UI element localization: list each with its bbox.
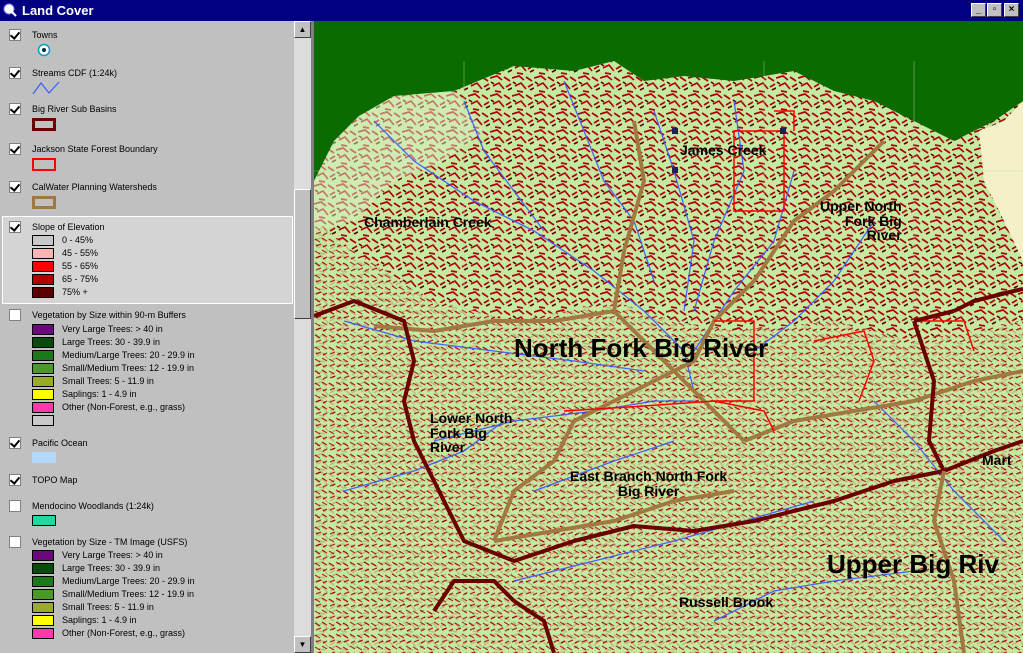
layer-name: Pacific Ocean — [32, 438, 88, 448]
legend-label: Large Trees: 30 - 39.9 in — [62, 337, 161, 347]
map-label-upper-north-fork: Upper North Fork Big River — [820, 198, 902, 244]
legend-swatch — [32, 415, 54, 426]
legend-label: 45 - 55% — [62, 248, 99, 258]
layer-name: TOPO Map — [32, 475, 78, 485]
layer-name: Jackson State Forest Boundary — [32, 144, 158, 154]
layer-name: Big River Sub Basins — [32, 104, 117, 114]
map-label-upper-big: Upper Big Riv — [827, 549, 999, 579]
legend-label: Very Large Trees: > 40 in — [62, 324, 163, 334]
legend-swatch — [32, 602, 54, 613]
legend-swatch — [32, 235, 54, 246]
legend-label: Small/Medium Trees: 12 - 19.9 in — [62, 589, 195, 599]
town-symbol-icon — [37, 43, 51, 57]
layer-name: CalWater Planning Watersheds — [32, 182, 157, 192]
scroll-down-button[interactable]: ▼ — [294, 636, 311, 653]
layer-name: Vegetation by Size within 90-m Buffers — [32, 310, 186, 320]
calwater-checkbox[interactable] — [9, 181, 21, 193]
layer-name: Slope of Elevation — [32, 222, 105, 232]
legend-swatch — [32, 615, 54, 626]
legend-label: Large Trees: 30 - 39.9 in — [62, 563, 161, 573]
legend-label: Small/Medium Trees: 12 - 19.9 in — [62, 363, 195, 373]
mendocino-checkbox[interactable] — [9, 500, 21, 512]
legend-label: Other (Non-Forest, e.g., grass) — [62, 402, 186, 412]
legend-label: Saplings: 1 - 4.9 in — [62, 615, 137, 625]
map-view[interactable]: Chamberlain Creek James Creek Upper Nort… — [314, 21, 1023, 653]
map-label-east-branch: East Branch North Fork Big River — [570, 468, 728, 499]
toc-scrollbar[interactable]: ▲ ▼ — [294, 21, 311, 653]
layer-name: Streams CDF (1:24k) — [32, 68, 118, 78]
title-bar: Land Cover _ ▫ × — [0, 0, 1023, 21]
veg-buffers-checkbox[interactable] — [9, 309, 21, 321]
scroll-thumb[interactable] — [294, 189, 311, 319]
legend-label: Saplings: 1 - 4.9 in — [62, 389, 137, 399]
slope-checkbox[interactable] — [9, 221, 21, 233]
legend-label: Very Large Trees: > 40 in — [62, 550, 163, 560]
map-label-russell: Russell Brook — [679, 594, 774, 610]
legend-label: 55 - 65% — [62, 261, 99, 271]
legend-label: Medium/Large Trees: 20 - 29.9 in — [62, 576, 195, 586]
legend-swatch — [32, 274, 54, 285]
ocean-checkbox[interactable] — [9, 437, 21, 449]
legend-swatch — [32, 589, 54, 600]
sub-basin-outline-icon — [32, 118, 56, 131]
map-label-north-fork: North Fork Big River — [514, 333, 769, 363]
jackson-checkbox[interactable] — [9, 143, 21, 155]
legend-swatch — [32, 248, 54, 259]
map-label-lower-north-fork: Lower North Fork Big River — [430, 410, 513, 456]
map-label-james: James Creek — [680, 142, 767, 158]
veg-tm-checkbox[interactable] — [9, 536, 21, 548]
legend-label: Small Trees: 5 - 11.9 in — [62, 376, 154, 386]
layer-name: Vegetation by Size - TM Image (USFS) — [32, 537, 188, 547]
legend-swatch — [32, 376, 54, 387]
sub-basins-checkbox[interactable] — [9, 103, 21, 115]
legend-label: Medium/Large Trees: 20 - 29.9 in — [62, 350, 195, 360]
layer-name: Mendocino Woodlands (1:24k) — [32, 501, 154, 511]
legend-swatch — [32, 261, 54, 272]
topo-checkbox[interactable] — [9, 474, 21, 486]
legend-swatch — [32, 350, 54, 361]
legend-swatch — [32, 287, 54, 298]
forest-boundary-icon — [32, 158, 56, 171]
legend-swatch — [32, 324, 54, 335]
ocean-fill-icon — [32, 452, 56, 463]
window-title: Land Cover — [22, 3, 94, 18]
table-of-contents: Towns Streams CDF (1:24k) Big River Sub … — [0, 21, 294, 653]
legend-swatch — [32, 563, 54, 574]
legend-swatch — [32, 337, 54, 348]
legend-swatch — [32, 363, 54, 374]
layer-name: Towns — [32, 30, 58, 40]
maximize-button[interactable]: ▫ — [987, 3, 1002, 17]
legend-swatch — [32, 576, 54, 587]
streams-checkbox[interactable] — [9, 67, 21, 79]
legend-label: 65 - 75% — [62, 274, 99, 284]
close-button[interactable]: × — [1004, 3, 1019, 17]
legend-label: 0 - 45% — [62, 235, 94, 245]
legend-swatch — [32, 402, 54, 413]
woodlands-fill-icon — [32, 515, 56, 526]
app-globe-icon — [3, 3, 17, 17]
towns-checkbox[interactable] — [9, 29, 21, 41]
watershed-outline-icon — [32, 196, 56, 209]
legend-label: 75% + — [62, 287, 88, 297]
legend-label: Other (Non-Forest, e.g., grass) — [62, 628, 186, 638]
map-label-mart: Mart — [982, 452, 1012, 468]
legend-swatch — [32, 628, 54, 639]
legend-label: Small Trees: 5 - 11.9 in — [62, 602, 154, 612]
legend-swatch — [32, 550, 54, 561]
legend-swatch — [32, 389, 54, 400]
minimize-button[interactable]: _ — [971, 3, 986, 17]
stream-line-icon — [32, 81, 60, 95]
map-label-chamberlain: Chamberlain Creek — [364, 214, 492, 230]
scroll-up-button[interactable]: ▲ — [294, 21, 311, 38]
